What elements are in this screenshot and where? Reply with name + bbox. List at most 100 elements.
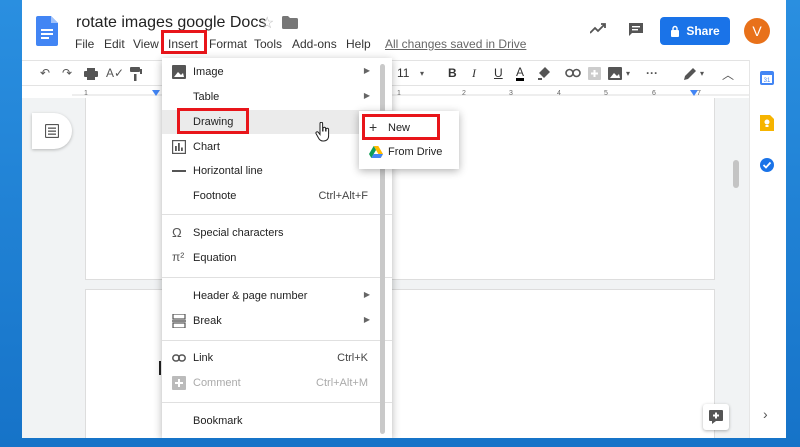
keep-icon[interactable] — [760, 115, 774, 131]
menu-item-comment[interactable]: Comment Ctrl+Alt+M — [162, 371, 392, 395]
svg-text:31: 31 — [764, 78, 771, 84]
google-drive-icon — [369, 146, 383, 158]
menu-edit[interactable]: Edit — [104, 37, 125, 51]
text-color-icon[interactable]: A — [516, 66, 525, 81]
shortcut-text: Ctrl+Alt+M — [316, 377, 368, 389]
document-scrollbar[interactable] — [733, 160, 739, 188]
menu-item-image[interactable]: Image ▶ — [162, 60, 392, 84]
menu-format[interactable]: Format — [209, 37, 247, 51]
menu-item-chart[interactable]: Chart ▶ — [162, 135, 392, 159]
menu-item-horizontal-line[interactable]: Horizontal line — [162, 159, 392, 183]
ruler-mark: 7 — [697, 90, 701, 97]
menu-item-label: Special characters — [193, 227, 284, 239]
highlight-color-icon[interactable] — [538, 67, 550, 80]
menu-file[interactable]: File — [75, 37, 94, 51]
submenu-arrow-icon: ▶ — [363, 66, 370, 75]
text-cursor — [159, 361, 161, 375]
menu-item-label: Break — [193, 315, 222, 327]
omega-icon: Ω — [172, 225, 182, 240]
font-size-value[interactable]: 11 — [397, 66, 409, 80]
horizontal-line-icon — [172, 170, 186, 172]
menu-item-label: Link — [193, 352, 214, 364]
menu-item-label: Comment — [193, 377, 241, 389]
expand-panel-chevron-icon[interactable]: › — [763, 406, 768, 422]
explore-icon — [709, 410, 723, 424]
link-icon — [172, 354, 186, 362]
explore-button[interactable] — [703, 404, 729, 430]
calendar-icon[interactable]: 31 — [760, 71, 774, 85]
italic-icon[interactable]: I — [472, 66, 476, 81]
more-icon[interactable]: ··· — [646, 66, 658, 80]
link-icon[interactable] — [565, 68, 581, 78]
print-icon[interactable] — [84, 68, 98, 80]
ruler-mark: 3 — [509, 90, 513, 97]
menu-item-link[interactable]: Link Ctrl+K — [162, 346, 392, 370]
menu-item-bookmark[interactable]: Bookmark — [162, 409, 392, 433]
menu-item-label: Header & page number — [193, 290, 308, 302]
comment-icon[interactable] — [628, 22, 644, 38]
chart-icon — [172, 140, 186, 154]
menu-divider — [162, 340, 392, 341]
submenu-arrow-icon: ▶ — [363, 290, 370, 299]
pi-icon: π² — [172, 250, 185, 264]
submenu-item-label: From Drive — [388, 146, 443, 158]
star-icon[interactable]: ☆ — [260, 13, 274, 33]
menu-view[interactable]: View — [133, 37, 159, 51]
spellcheck-icon[interactable]: A✓ — [106, 66, 124, 80]
hand-cursor-icon — [315, 122, 330, 142]
bold-icon[interactable]: B — [448, 66, 457, 80]
menu-divider — [162, 402, 392, 403]
folder-icon[interactable] — [282, 16, 298, 29]
submenu-item-from-drive[interactable]: From Drive — [359, 140, 459, 164]
menu-item-label: Bookmark — [193, 415, 243, 427]
saved-status[interactable]: All changes saved in Drive — [385, 37, 526, 51]
ruler-mark: 5 — [604, 90, 608, 97]
menu-divider — [162, 214, 392, 215]
menu-item-header-page-number[interactable]: Header & page number ▶ — [162, 284, 392, 308]
ruler-mark: 6 — [652, 90, 656, 97]
submenu-arrow-icon: ▶ — [363, 91, 370, 100]
insert-image-icon[interactable] — [608, 67, 622, 80]
ruler-mark: 1 — [84, 90, 88, 97]
ruler-mark: 4 — [557, 90, 561, 97]
shortcut-text: Ctrl+K — [337, 352, 368, 364]
menu-item-label: Image — [193, 66, 224, 78]
submenu-arrow-icon: ▶ — [363, 315, 370, 324]
browser-window: rotate images google Docs ☆ File Edit Vi… — [22, 0, 786, 438]
collapse-menus-icon[interactable]: ︿ — [722, 66, 734, 83]
menu-item-label: Table — [193, 91, 220, 103]
image-chevron-icon[interactable]: ▾ — [626, 69, 630, 78]
undo-icon[interactable]: ↶ — [40, 66, 50, 80]
underline-icon[interactable]: U — [494, 66, 503, 80]
menu-item-table[interactable]: Table ▶ — [162, 85, 392, 109]
share-button[interactable]: Share — [660, 17, 730, 45]
redo-icon[interactable]: ↷ — [62, 66, 72, 80]
ruler-mark: 1 — [397, 90, 401, 97]
menu-item-equation[interactable]: π² Equation — [162, 246, 392, 270]
document-outline-button[interactable] — [32, 113, 72, 149]
ruler-mark: 2 — [462, 90, 466, 97]
menu-item-footnote[interactable]: Footnote Ctrl+Alt+F — [162, 184, 392, 208]
font-size-chevron-icon[interactable]: ▾ — [420, 69, 424, 78]
menu-divider — [162, 277, 392, 278]
menu-addons[interactable]: Add-ons — [292, 37, 337, 51]
lock-icon — [671, 25, 680, 37]
menu-item-break[interactable]: Break ▶ — [162, 309, 392, 333]
editing-mode-chevron-icon[interactable]: ▾ — [700, 69, 704, 78]
highlight-drawing-box — [177, 108, 249, 134]
menu-item-label: Horizontal line — [193, 165, 263, 177]
shortcut-text: Ctrl+Alt+F — [318, 190, 368, 202]
editing-mode-pencil-icon[interactable] — [684, 67, 697, 80]
menu-item-label: Equation — [193, 252, 237, 264]
menu-item-special-characters[interactable]: Ω Special characters — [162, 221, 392, 245]
menu-tools[interactable]: Tools — [254, 37, 282, 51]
side-panel: 31 › — [749, 60, 786, 438]
menu-item-label: Chart — [193, 141, 220, 153]
tasks-icon[interactable] — [760, 158, 774, 172]
add-comment-icon[interactable] — [588, 67, 601, 80]
activity-trend-icon[interactable] — [590, 22, 606, 34]
page-break-icon — [172, 314, 186, 328]
avatar[interactable]: V — [744, 18, 770, 44]
menu-help[interactable]: Help — [346, 37, 371, 51]
paint-format-icon[interactable] — [130, 67, 142, 81]
